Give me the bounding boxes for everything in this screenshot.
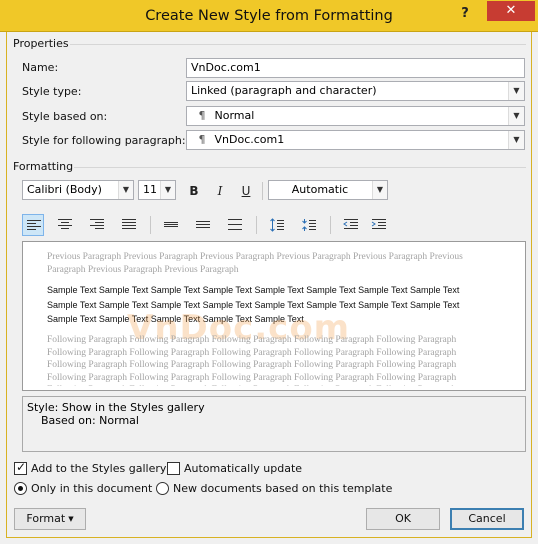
close-button[interactable]: ✕ [487, 1, 535, 21]
one-half-spacing-icon [196, 221, 210, 228]
increase-spacing-icon [270, 218, 284, 232]
align-left-button[interactable] [22, 214, 44, 236]
increase-spacing-button[interactable] [266, 214, 288, 236]
one-half-spacing-button[interactable] [192, 214, 214, 236]
ok-button[interactable]: OK [366, 508, 440, 530]
single-spacing-button[interactable] [160, 214, 182, 236]
name-input[interactable]: VnDoc.com1 [186, 58, 525, 78]
decrease-spacing-button[interactable] [298, 214, 320, 236]
following-paragraph-value: VnDoc.com1 [214, 133, 285, 146]
properties-divider [70, 44, 526, 45]
only-this-document-label[interactable]: Only in this document [31, 482, 152, 495]
properties-heading: Properties [13, 37, 69, 50]
align-center-button[interactable] [54, 214, 76, 236]
chevron-down-icon[interactable]: ▼ [160, 181, 175, 199]
align-right-icon [90, 219, 104, 229]
style-type-label: Style type: [22, 85, 82, 98]
double-spacing-button[interactable] [224, 214, 246, 236]
chevron-down-icon[interactable]: ▼ [508, 82, 524, 100]
font-select[interactable]: Calibri (Body) ▼ [22, 180, 134, 200]
new-documents-label[interactable]: New documents based on this template [173, 482, 392, 495]
align-right-button[interactable] [86, 214, 108, 236]
cancel-button[interactable]: Cancel [450, 508, 524, 530]
justify-icon [122, 219, 136, 229]
font-value: Calibri (Body) [27, 183, 102, 196]
chevron-down-icon[interactable]: ▼ [508, 131, 524, 149]
format-button[interactable]: Format ▼ [14, 508, 86, 530]
justify-button[interactable] [118, 214, 140, 236]
font-size-select[interactable]: 11 ▼ [138, 180, 176, 200]
following-paragraph-select[interactable]: ¶ VnDoc.com1 ▼ [186, 130, 525, 150]
decrease-indent-button[interactable] [340, 214, 362, 236]
toolbar-separator [330, 216, 331, 234]
formatting-divider [74, 167, 526, 168]
decrease-indent-icon [343, 219, 358, 229]
description-line-based-on: Based on: Normal [41, 414, 139, 427]
based-on-value: Normal [214, 109, 255, 122]
decrease-spacing-icon [302, 219, 316, 231]
toolbar-separator [262, 182, 263, 200]
style-description: Style: Show in the Styles gallery Based … [22, 396, 526, 452]
description-line-style: Style: Show in the Styles gallery [27, 401, 205, 414]
style-type-value: Linked (paragraph and character) [191, 84, 377, 97]
help-button[interactable]: ? [456, 4, 474, 24]
toolbar-separator [150, 216, 151, 234]
style-type-select[interactable]: Linked (paragraph and character) ▼ [186, 81, 525, 101]
increase-indent-button[interactable] [368, 214, 390, 236]
font-size-value: 11 [143, 183, 157, 196]
underline-button[interactable]: U [235, 181, 257, 201]
increase-indent-icon [371, 219, 386, 229]
font-color-value: Automatic [291, 183, 349, 196]
dropdown-arrow-icon: ▼ [68, 515, 74, 523]
radio-selected-dot [18, 486, 23, 491]
new-documents-radio[interactable] [156, 482, 169, 495]
auto-update-label[interactable]: Automatically update [184, 462, 302, 475]
format-button-label: Format [26, 512, 66, 525]
name-label: Name: [22, 61, 59, 74]
italic-button[interactable]: I [209, 181, 231, 201]
single-spacing-icon [164, 222, 178, 227]
based-on-label: Style based on: [22, 110, 108, 123]
previous-paragraph-text: Previous Paragraph Previous Paragraph Pr… [47, 252, 463, 275]
formatting-heading: Formatting [13, 160, 74, 173]
style-preview: Previous Paragraph Previous Paragraph Pr… [22, 241, 526, 391]
only-this-document-radio[interactable] [14, 482, 27, 495]
chevron-down-icon[interactable]: ▼ [118, 181, 133, 199]
toolbar-separator [256, 216, 257, 234]
add-to-gallery-label[interactable]: Add to the Styles gallery [31, 462, 166, 475]
chevron-down-icon[interactable]: ▼ [508, 107, 524, 125]
double-spacing-icon [228, 219, 242, 230]
following-paragraph-label: Style for following paragraph: [22, 134, 186, 147]
based-on-select[interactable]: ¶ Normal ▼ [186, 106, 525, 126]
align-center-icon [58, 219, 72, 229]
add-to-gallery-checkbox[interactable]: ✓ [14, 460, 27, 475]
paragraph-mark-icon: ¶ [198, 109, 206, 122]
font-color-select[interactable]: Automatic ▼ [268, 180, 388, 200]
align-left-icon [27, 220, 41, 230]
chevron-down-icon[interactable]: ▼ [372, 181, 387, 199]
auto-update-checkbox[interactable] [167, 462, 180, 475]
bold-button[interactable]: B [183, 181, 205, 201]
checkmark-icon: ✓ [16, 460, 27, 474]
following-paragraph-text: Following Paragraph Following Paragraph … [47, 335, 457, 386]
paragraph-mark-icon: ¶ [198, 133, 206, 146]
